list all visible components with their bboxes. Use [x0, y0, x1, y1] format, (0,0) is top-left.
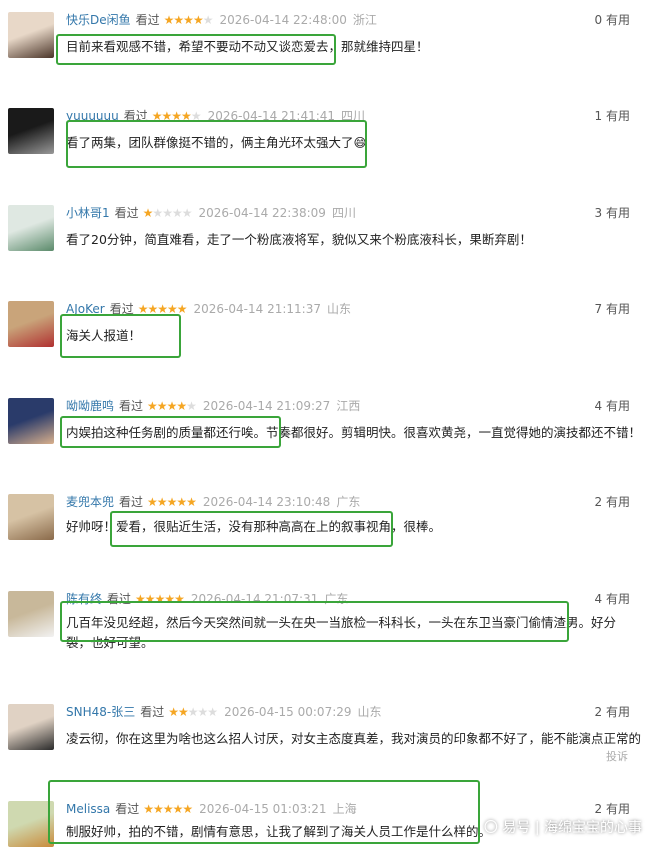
star-icon: ★: [202, 13, 214, 27]
comment-date: 2026-04-14 22:48:00: [219, 13, 347, 27]
useful-count[interactable]: 2 有用: [595, 704, 630, 720]
comment-location: 浙江: [352, 13, 377, 27]
username-link[interactable]: 快乐De闲鱼: [66, 13, 131, 27]
comment-location: 四川: [331, 206, 356, 220]
star-icon: ★: [192, 13, 204, 27]
star-icon: ★: [178, 705, 189, 719]
comment-meta: SNH48-张三 看过 ★★★★★ 2026-04-15 00:07:29 山东: [66, 704, 382, 720]
star-icon: ★: [152, 206, 163, 220]
comment-meta: 麦兜本兜 看过 ★★★★★ 2026-04-14 23:10:48 广东: [66, 494, 360, 510]
highlight-box: [60, 314, 181, 358]
star-icon: ★: [156, 399, 168, 413]
comment-date: 2026-04-15 00:07:29: [224, 705, 352, 719]
star-icon: ★: [142, 206, 154, 220]
star-icon: ★: [171, 206, 183, 220]
comment-text: 凌云彻，你在这里为啥也这么招人讨厌，对女主态度真差，我对演员的印象都不好了，能不…: [66, 731, 642, 746]
watch-status: 看过: [119, 495, 144, 509]
username-link[interactable]: 小林哥1: [66, 206, 110, 220]
comment-date: 2026-04-14 22:38:09: [198, 206, 326, 220]
highlight-box: [60, 416, 281, 448]
user-avatar[interactable]: [8, 108, 54, 154]
useful-count[interactable]: 2 有用: [595, 801, 630, 817]
useful-count[interactable]: 0 有用: [595, 12, 630, 28]
watermark: 〇 易号 | 海绵宝宝的心事: [483, 820, 642, 836]
watch-status: 看过: [119, 399, 144, 413]
star-icon: ★: [162, 206, 173, 220]
useful-count[interactable]: 3 有用: [595, 205, 630, 221]
star-rating: ★★★★★: [147, 399, 197, 413]
highlight-box: [48, 780, 480, 844]
star-rating: ★★★★★: [142, 206, 193, 220]
comment-location: 广东: [336, 495, 361, 509]
watch-status: 看过: [140, 705, 165, 719]
comment-location: 山东: [357, 705, 382, 719]
comment-date: 2026-04-14 23:10:48: [202, 495, 331, 509]
useful-count[interactable]: 7 有用: [595, 301, 630, 317]
username-link[interactable]: SNH48-张三: [66, 705, 135, 719]
user-avatar[interactable]: [8, 494, 54, 540]
star-icon: ★: [176, 495, 187, 509]
comment-meta: 快乐De闲鱼 看过 ★★★★★ 2026-04-14 22:48:00 浙江: [66, 12, 377, 28]
useful-count[interactable]: 4 有用: [595, 591, 630, 607]
comment-meta: 小林哥1 看过 ★★★★★ 2026-04-14 22:38:09 四川: [66, 205, 356, 221]
star-icon: ★: [181, 206, 193, 220]
comment-date: 2026-04-14 21:09:27: [202, 399, 331, 413]
star-icon: ★: [186, 495, 197, 509]
star-rating: ★★★★★: [163, 13, 214, 27]
star-icon: ★: [166, 495, 178, 509]
watch-status: 看过: [135, 13, 160, 27]
star-icon: ★: [187, 705, 199, 719]
star-icon: ★: [173, 13, 184, 27]
useful-count[interactable]: 4 有用: [595, 398, 630, 414]
report-link[interactable]: 投诉: [606, 748, 628, 764]
comment-meta: 呦呦鹿鸣 看过 ★★★★★ 2026-04-14 21:09:27 江西: [66, 398, 360, 414]
user-avatar[interactable]: [8, 398, 54, 444]
highlight-box: [56, 34, 336, 65]
user-avatar[interactable]: [8, 205, 54, 251]
highlight-box: [110, 511, 393, 547]
comment-location: 江西: [336, 399, 361, 413]
user-avatar[interactable]: [8, 704, 54, 750]
username-link[interactable]: 呦呦鹿鸣: [66, 399, 114, 413]
star-rating: ★★★★★: [147, 495, 197, 509]
username-link[interactable]: 麦兜本兜: [66, 495, 114, 509]
user-avatar[interactable]: [8, 12, 54, 58]
star-rating: ★★★★★: [168, 705, 218, 719]
comment-location: 山东: [326, 302, 351, 316]
star-icon: ★: [163, 13, 175, 27]
highlight-box: [66, 120, 367, 168]
star-icon: ★: [183, 13, 194, 27]
star-icon: ★: [147, 399, 158, 413]
user-avatar[interactable]: [8, 591, 54, 637]
star-icon: ★: [176, 399, 187, 413]
useful-count[interactable]: 2 有用: [595, 494, 630, 510]
comment-date: 2026-04-14 21:11:37: [193, 302, 321, 316]
comment-text: 看了20分钟，简直难看，走了一个粉底液将军，貌似又来个粉底液科长，果断弃剧！: [66, 232, 532, 247]
watch-status: 看过: [114, 206, 139, 220]
star-icon: ★: [166, 399, 178, 413]
star-icon: ★: [197, 705, 209, 719]
star-icon: ★: [147, 495, 158, 509]
star-icon: ★: [207, 705, 218, 719]
useful-count[interactable]: 1 有用: [595, 108, 630, 124]
star-icon: ★: [156, 495, 168, 509]
highlight-box: [60, 601, 569, 642]
user-avatar[interactable]: [8, 301, 54, 347]
star-icon: ★: [186, 399, 197, 413]
star-icon: ★: [168, 705, 179, 719]
